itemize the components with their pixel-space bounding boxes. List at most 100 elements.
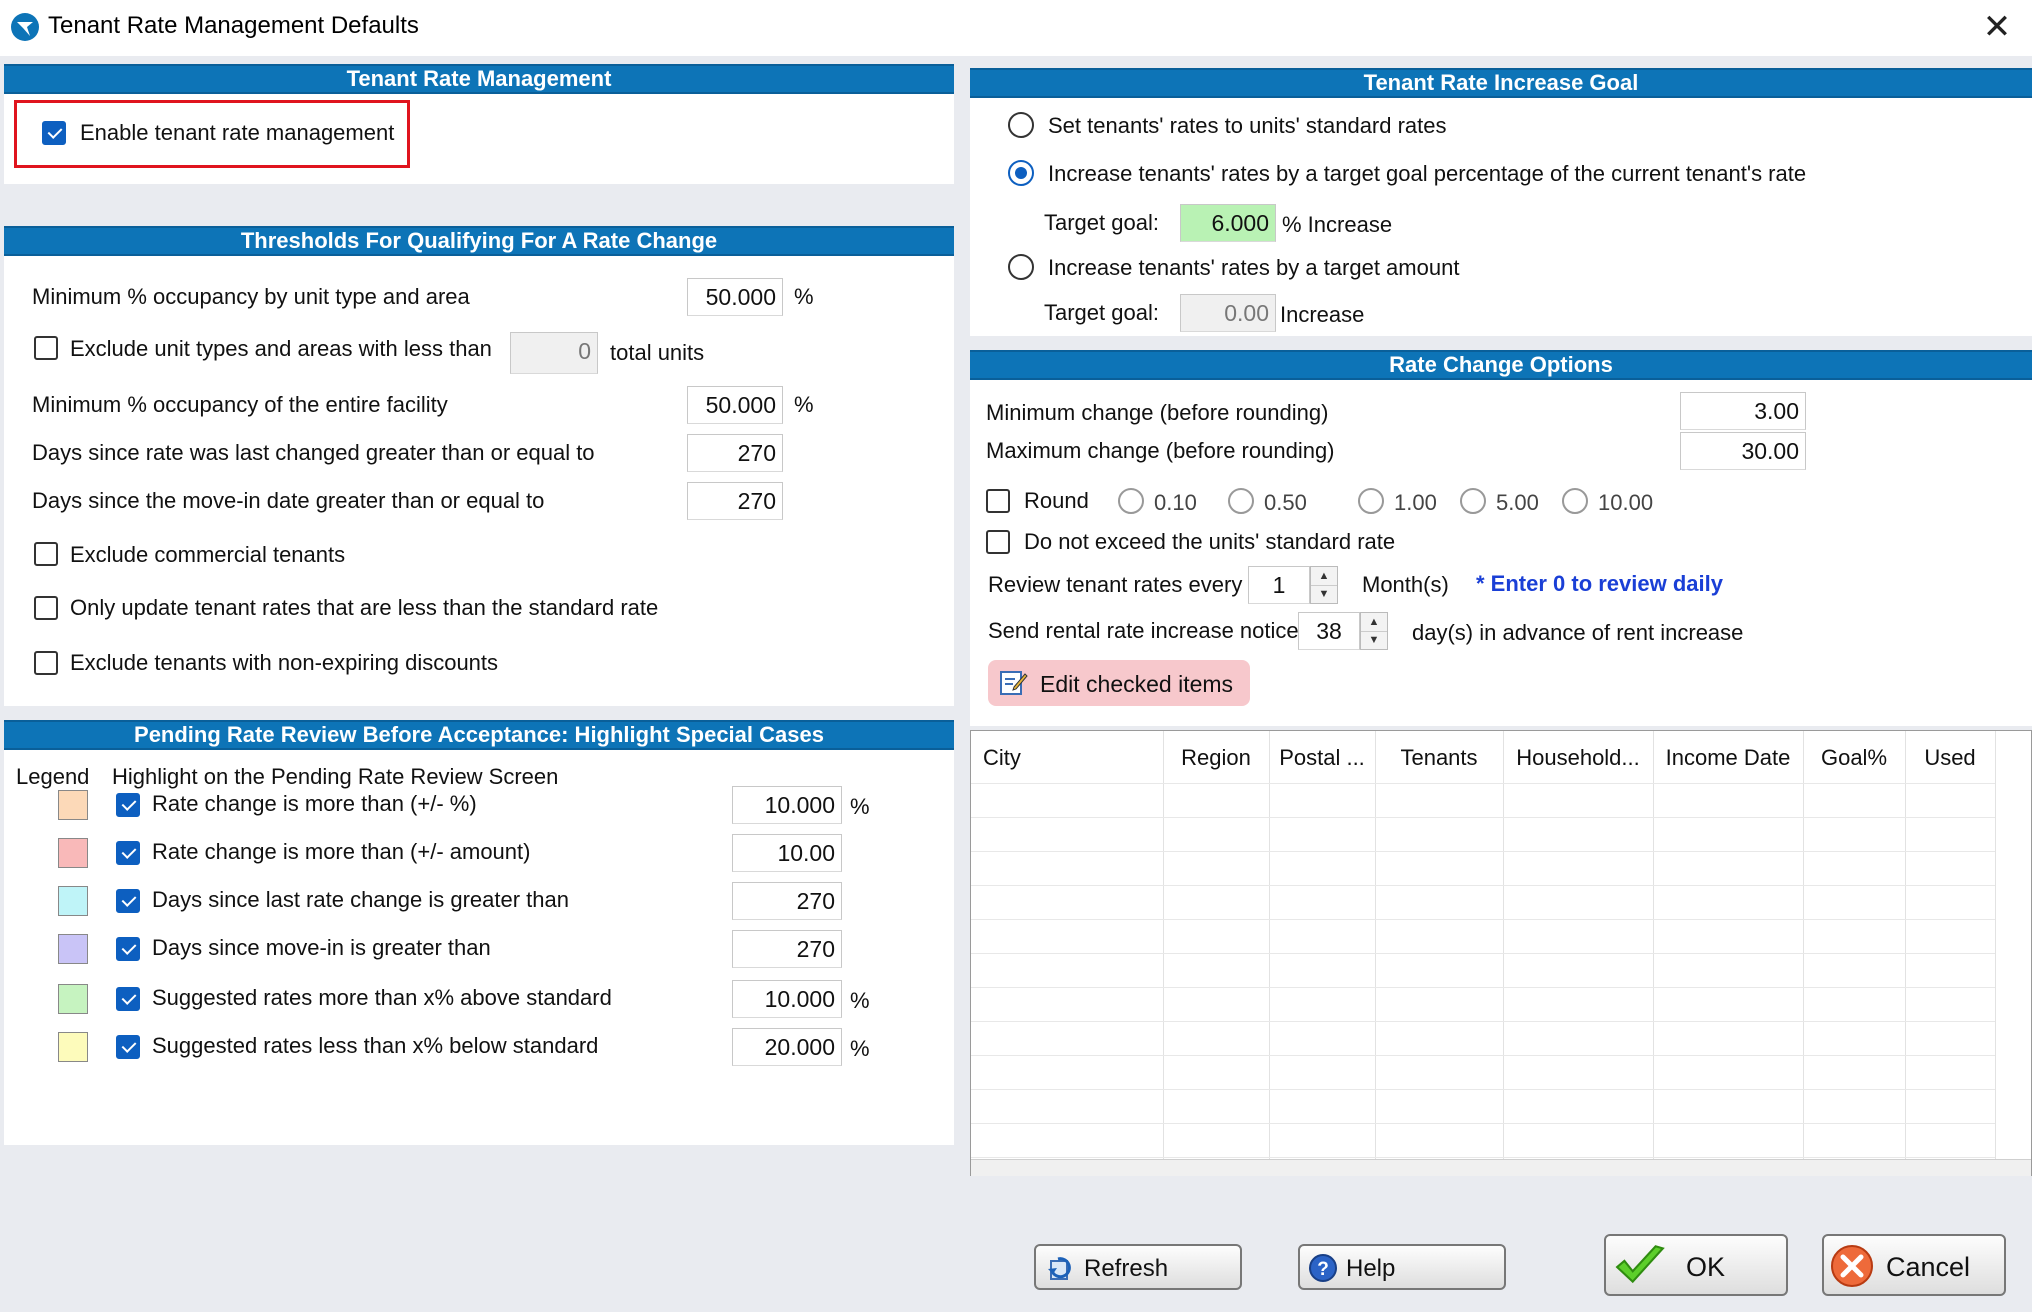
max-change-input[interactable]: 30.00 [1680, 432, 1806, 470]
legend-swatch [58, 790, 88, 820]
highlight-row-input[interactable]: 20.000 [732, 1028, 842, 1066]
title-bar: Tenant Rate Management Defaults ✕ [0, 0, 2032, 56]
grid-column-header[interactable]: Income Date [1653, 745, 1803, 771]
round-checkbox[interactable] [986, 489, 1010, 513]
min-occ-facility-input[interactable]: 50.000 [687, 386, 783, 424]
grid-row-line [971, 1089, 1995, 1090]
grid-column-header[interactable]: Goal% [1803, 745, 1905, 771]
highlight-row-label: Days since last rate change is greater t… [152, 887, 570, 912]
highlight-row-input[interactable]: 10.000 [732, 786, 842, 824]
grid-column-divider [1269, 731, 1270, 1159]
round-option-radio[interactable] [1460, 488, 1486, 514]
spin-up-icon[interactable]: ▲ [1311, 567, 1337, 586]
grid-row-line [971, 817, 1995, 818]
edit-checked-button[interactable]: Edit checked items [988, 660, 1250, 706]
highlight-checkbox[interactable] [116, 937, 140, 961]
goal-opt-amount-radio[interactable] [1008, 254, 1034, 280]
exclude-commercial-checkbox[interactable] [34, 542, 58, 566]
close-icon[interactable]: ✕ [1972, 6, 2022, 48]
cancel-button[interactable]: Cancel [1822, 1234, 2006, 1296]
review-every-spinner[interactable]: ▲ ▼ [1310, 566, 1338, 604]
target-goal-pct-input[interactable]: 6.000 [1180, 204, 1276, 242]
grid-column-divider [1803, 731, 1804, 1159]
highlight-checkbox[interactable] [116, 987, 140, 1011]
highlight-row-label: Suggested rates less than x% below stand… [152, 1033, 599, 1058]
highlight-row-input[interactable]: 10.00 [732, 834, 842, 872]
grid-column-header[interactable]: City [983, 745, 1163, 771]
highlight-row-input[interactable]: 10.000 [732, 980, 842, 1018]
spin-down-icon[interactable]: ▼ [1361, 631, 1387, 649]
round-option-radio[interactable] [1562, 488, 1588, 514]
highlight-row-label: Days since move-in is greater than [152, 935, 491, 960]
highlight-checkbox[interactable] [116, 793, 140, 817]
refresh-button[interactable]: Refresh [1034, 1244, 1242, 1290]
pct-increase-label: % Increase [1282, 212, 1393, 237]
edit-icon [1000, 671, 1028, 695]
no-exceed-checkbox[interactable] [986, 530, 1010, 554]
round-option-radio[interactable] [1358, 488, 1384, 514]
goal-opt-percentage-radio[interactable] [1008, 160, 1034, 186]
legend-swatch [58, 984, 88, 1014]
round-option-label: 0.50 [1264, 490, 1307, 515]
exclude-less-checkbox[interactable] [34, 336, 58, 360]
grid-column-header[interactable]: Postal ... [1269, 745, 1375, 771]
round-label: Round [1024, 488, 1089, 513]
enable-trm-checkbox[interactable] [42, 121, 66, 145]
min-change-input[interactable]: 3.00 [1680, 392, 1806, 430]
app-logo-icon [11, 13, 39, 41]
pct-label: % [850, 794, 870, 819]
highlight-row-input[interactable]: 270 [732, 930, 842, 968]
pending-header: Pending Rate Review Before Acceptance: H… [4, 720, 954, 750]
notice-input[interactable]: 38 [1298, 612, 1360, 650]
grid-column-header[interactable]: Region [1163, 745, 1269, 771]
legend-swatch [58, 934, 88, 964]
only-update-less-checkbox[interactable] [34, 596, 58, 620]
grid-row-line [971, 1157, 1995, 1158]
highlight-checkbox[interactable] [116, 841, 140, 865]
target-goal-amt-label: Target goal: [1044, 300, 1159, 325]
facility-grid[interactable]: City Region Postal ... Tenants Household... I… [970, 730, 2032, 1176]
grid-column-header[interactable]: Used [1905, 745, 1995, 771]
window-title: Tenant Rate Management Defaults [48, 12, 419, 39]
help-button[interactable]: ? Help [1298, 1244, 1506, 1290]
days-rate-input[interactable]: 270 [687, 434, 783, 472]
highlight-checkbox[interactable] [116, 1035, 140, 1059]
only-update-less-label: Only update tenant rates that are less t… [70, 595, 659, 620]
highlight-row-input[interactable]: 270 [732, 882, 842, 920]
highlight-row-label: Rate change is more than (+/- amount) [152, 839, 531, 864]
review-every-label: Review tenant rates every [988, 572, 1243, 597]
round-option-radio[interactable] [1228, 488, 1254, 514]
min-occ-facility-label: Minimum % occupancy of the entire facili… [32, 392, 448, 417]
grid-column-header[interactable]: Household... [1503, 745, 1653, 771]
highlight-row-label: Rate change is more than (+/- %) [152, 791, 477, 816]
pending-panel: Pending Rate Review Before Acceptance: H… [4, 720, 954, 1145]
goal-opt-standard-radio[interactable] [1008, 112, 1034, 138]
options-panel: Rate Change Options Minimum change (befo… [970, 350, 2032, 726]
spin-up-icon[interactable]: ▲ [1361, 613, 1387, 632]
notice-label: Send rental rate increase notice [988, 618, 1299, 643]
notice-suffix: day(s) in advance of rent increase [1412, 620, 1744, 645]
round-option-label: 10.00 [1598, 490, 1654, 515]
round-option-radio[interactable] [1118, 488, 1144, 514]
notice-spinner[interactable]: ▲ ▼ [1360, 612, 1388, 650]
months-label: Month(s) [1362, 572, 1449, 597]
exclude-nonexpiring-checkbox[interactable] [34, 651, 58, 675]
grid-scrollbar-track[interactable] [971, 1159, 2031, 1176]
target-goal-amt-input[interactable]: 0.00 [1180, 294, 1276, 332]
days-rate-label: Days since rate was last changed greater… [32, 440, 595, 465]
min-occ-unit-label: Minimum % occupancy by unit type and are… [32, 284, 470, 309]
days-movein-input[interactable]: 270 [687, 482, 783, 520]
grid-row-line [971, 1123, 1995, 1124]
max-change-label: Maximum change (before rounding) [986, 438, 1335, 463]
review-every-input[interactable]: 1 [1248, 566, 1310, 604]
grid-column-header[interactable]: Tenants [1375, 745, 1503, 771]
exclude-less-input[interactable]: 0 [510, 332, 598, 374]
spin-down-icon[interactable]: ▼ [1311, 585, 1337, 603]
svg-text:?: ? [1317, 1259, 1329, 1280]
pct-label: % [794, 284, 814, 309]
cancel-icon [1831, 1245, 1873, 1287]
goal-panel: Tenant Rate Increase Goal Set tenants' r… [970, 68, 2032, 336]
highlight-checkbox[interactable] [116, 889, 140, 913]
ok-button[interactable]: OK [1604, 1234, 1788, 1296]
min-occ-unit-input[interactable]: 50.000 [687, 278, 783, 316]
